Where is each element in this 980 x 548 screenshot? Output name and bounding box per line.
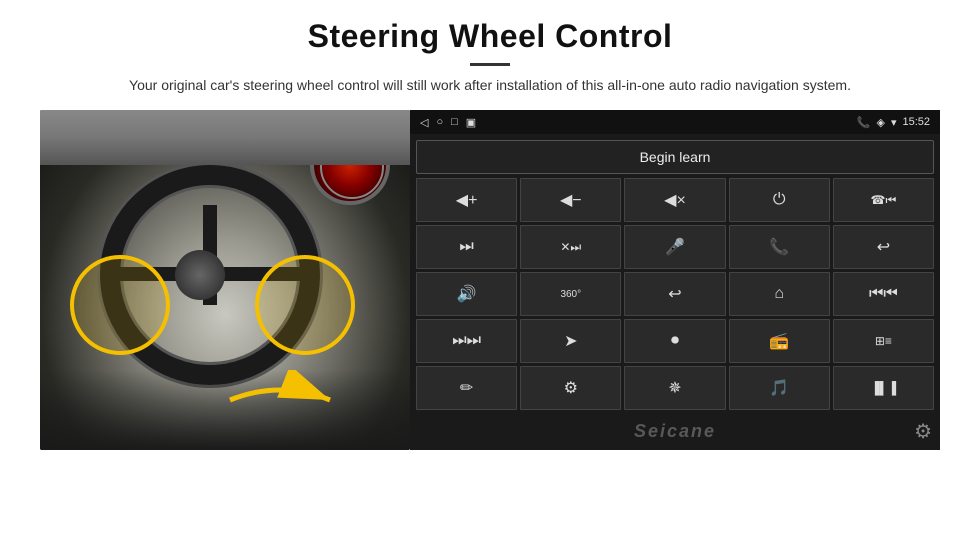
icon-back[interactable]: ↩: [624, 272, 725, 316]
icon-phone-prev[interactable]: ☎⏮: [833, 178, 934, 222]
icon-mute[interactable]: ◀×: [624, 178, 725, 222]
clock: 15:52: [902, 116, 930, 128]
title-divider: [470, 63, 510, 66]
status-bar: ◁ ○ □ ▣ 📞 ◈ ▾ 15:52: [410, 110, 940, 134]
wifi-status-icon: ▾: [891, 116, 897, 129]
icon-hangup[interactable]: ↩: [833, 225, 934, 269]
phone-status-icon: 📞: [857, 116, 871, 129]
icon-fast-forward[interactable]: ⏭⏭: [416, 319, 517, 363]
android-screen-wrapper: ◁ ○ □ ▣ 📞 ◈ ▾ 15:52 Begin learn: [410, 110, 940, 450]
icon-home[interactable]: ⌂: [729, 272, 830, 316]
begin-learn-button[interactable]: Begin learn: [416, 140, 934, 174]
icon-bluetooth[interactable]: ✵: [624, 366, 725, 410]
recent-nav-icon[interactable]: □: [451, 116, 458, 128]
settings-gear-icon[interactable]: ⚙: [914, 419, 932, 444]
yellow-arrow: [220, 370, 340, 430]
icon-nav[interactable]: ➤: [520, 319, 621, 363]
icon-eq[interactable]: ⊞≡: [833, 319, 934, 363]
icon-settings-small[interactable]: ⚙: [520, 366, 621, 410]
icon-rewind[interactable]: ⏮⏮: [833, 272, 934, 316]
icon-grid: ◀+ ◀− ◀× ⏻ ☎⏮ ⏭ ✕⏭ 🎤 📞 ↩ 🔊 360°: [416, 178, 934, 410]
icon-speaker[interactable]: 🔊: [416, 272, 517, 316]
page-title: Steering Wheel Control: [40, 18, 940, 55]
icon-mic[interactable]: 🎤: [624, 225, 725, 269]
android-content: Begin learn ◀+ ◀− ◀× ⏻ ☎⏮ ⏭ ✕⏭ 🎤 📞 ↩: [410, 134, 940, 416]
icon-radio[interactable]: 📻: [729, 319, 830, 363]
icon-360[interactable]: 360°: [520, 272, 621, 316]
home-nav-icon[interactable]: ○: [436, 116, 443, 128]
icon-call[interactable]: 📞: [729, 225, 830, 269]
top-bg: [40, 110, 410, 165]
icon-power[interactable]: ⏻: [729, 178, 830, 222]
watermark: Seicane: [575, 421, 775, 442]
title-section: Steering Wheel Control Your original car…: [40, 18, 940, 110]
icon-vol-down[interactable]: ◀−: [520, 178, 621, 222]
status-bar-left: ◁ ○ □ ▣: [420, 116, 476, 129]
car-image-section: [40, 110, 410, 450]
icon-music[interactable]: 🎵: [729, 366, 830, 410]
page-subtitle: Your original car's steering wheel contr…: [100, 74, 880, 96]
icon-skip[interactable]: ✕⏭: [520, 225, 621, 269]
yellow-circle-left: [70, 255, 170, 355]
android-screen: ◁ ○ □ ▣ 📞 ◈ ▾ 15:52 Begin learn: [410, 110, 940, 416]
page-container: Steering Wheel Control Your original car…: [0, 0, 980, 548]
icon-spectrum[interactable]: ▐▌▐: [833, 366, 934, 410]
icon-pen[interactable]: ✏: [416, 366, 517, 410]
icon-vol-up[interactable]: ◀+: [416, 178, 517, 222]
status-bar-right: 📞 ◈ ▾ 15:52: [857, 116, 930, 129]
yellow-circle-right: [255, 255, 355, 355]
location-status-icon: ◈: [876, 116, 884, 129]
icon-media[interactable]: ⏺: [624, 319, 725, 363]
content-row: ◁ ○ □ ▣ 📞 ◈ ▾ 15:52 Begin learn: [40, 110, 940, 450]
back-nav-icon[interactable]: ◁: [420, 116, 428, 129]
icon-next-track[interactable]: ⏭: [416, 225, 517, 269]
signal-icon: ▣: [466, 116, 476, 129]
